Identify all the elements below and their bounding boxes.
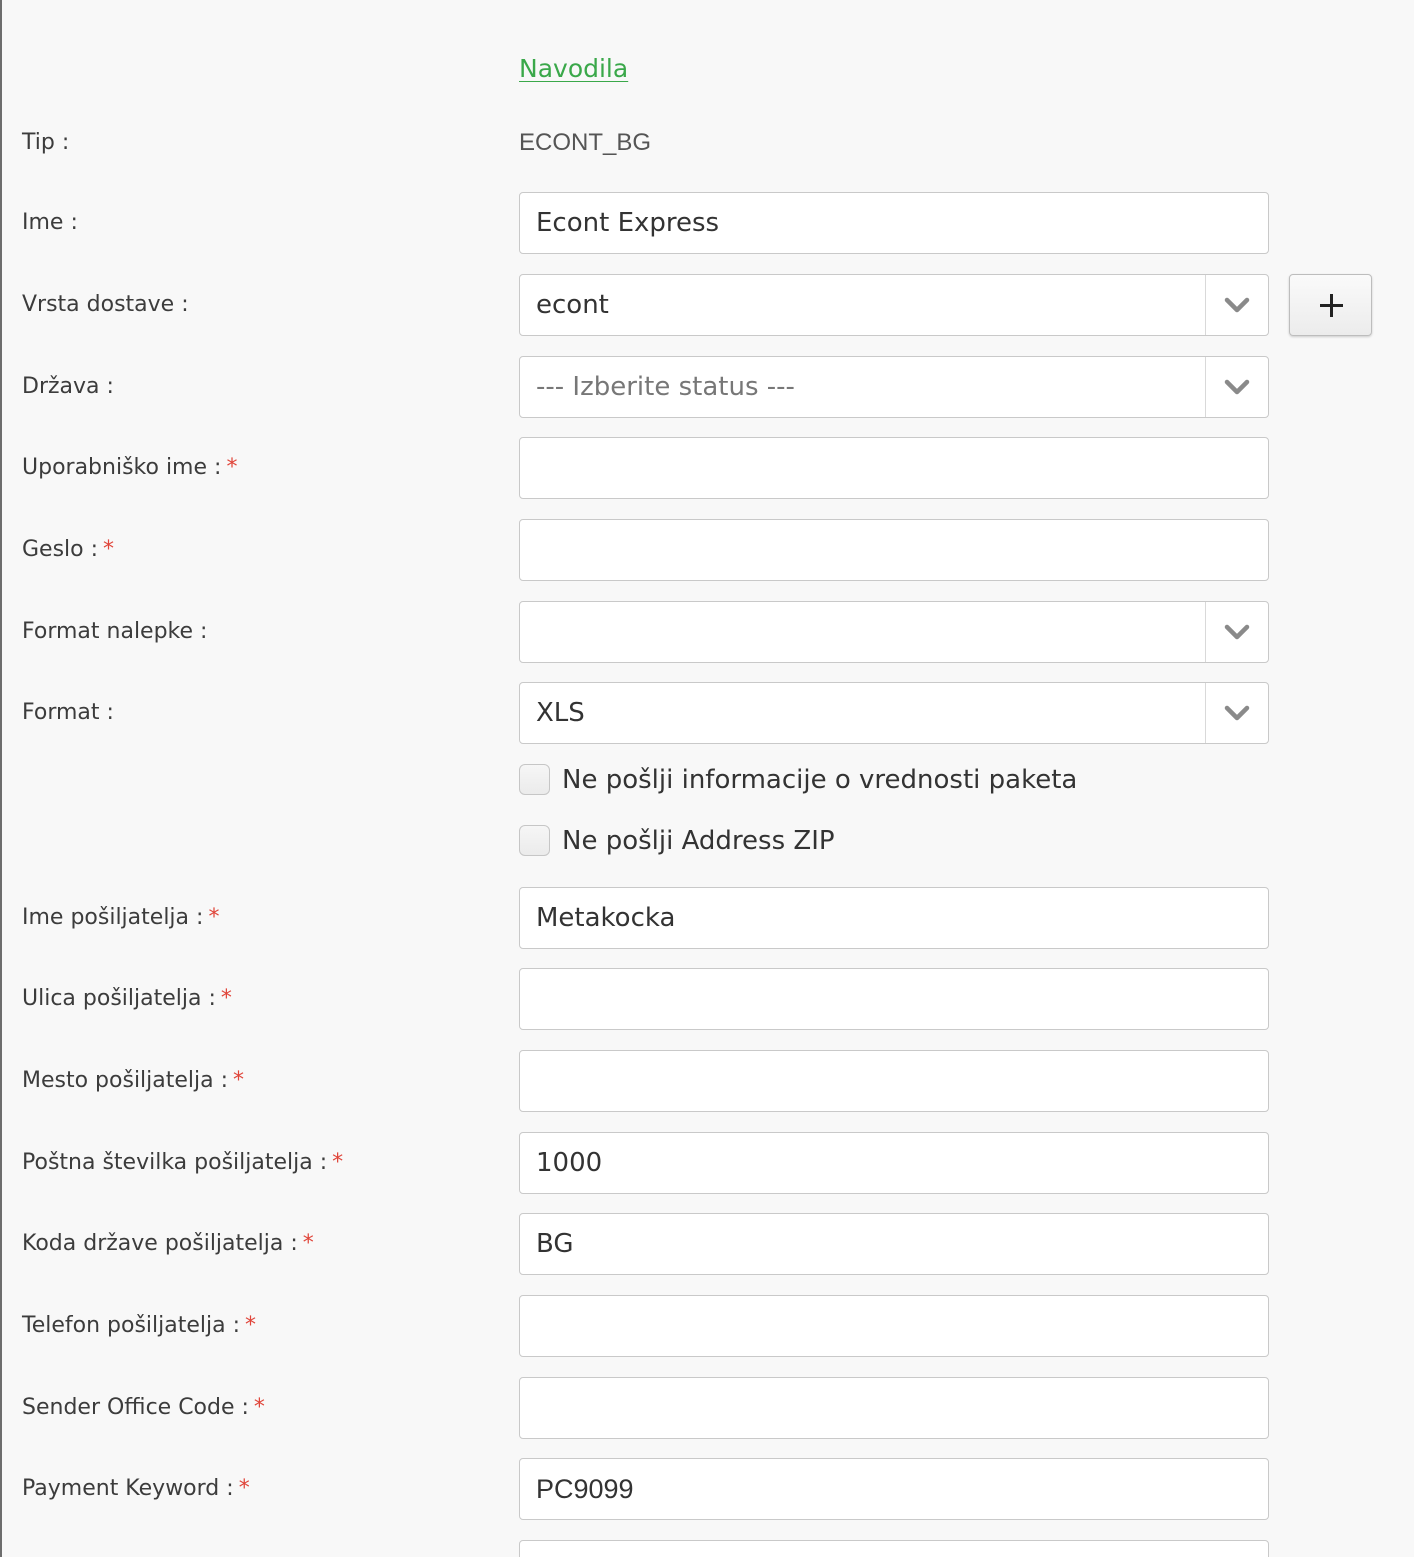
delivery-type-selected: econt [536, 290, 609, 320]
name-input-value: Econt Express [536, 208, 720, 238]
instructions-link[interactable]: Navodila [519, 54, 628, 83]
sender-street-input[interactable] [519, 968, 1269, 1030]
format-row: Format : XLS [0, 682, 1414, 744]
password-row: Geslo : * [0, 519, 1414, 581]
chevron-down-icon[interactable] [1224, 622, 1250, 642]
select-divider [1205, 683, 1206, 743]
required-asterisk: * [208, 905, 220, 930]
sender-postal-code-label: Poštna številka pošiljatelja : * [22, 1150, 344, 1175]
no-package-value-label[interactable]: Ne pošlji informacije o vrednosti paketa [562, 760, 1077, 800]
country-label: Država : [22, 374, 114, 399]
sender-name-label: Ime pošiljatelja : * [22, 905, 220, 930]
password-label: Geslo : * [22, 537, 115, 562]
format-label: Format : [22, 700, 114, 725]
name-label: Ime : [22, 210, 78, 235]
label-format-label: Format nalepke : [22, 619, 208, 644]
required-asterisk: * [238, 1476, 250, 1501]
required-asterisk: * [245, 1313, 257, 1338]
sender-postal-code-input[interactable]: 1000 [519, 1132, 1269, 1194]
delivery-type-select[interactable]: econt [519, 274, 1269, 336]
country-selected: --- Izberite status --- [536, 372, 795, 402]
username-input[interactable] [519, 437, 1269, 499]
sender-country-code-input[interactable]: BG [519, 1213, 1269, 1275]
sender-city-row: Mesto pošiljatelja : * [0, 1050, 1414, 1112]
sender-phone-input[interactable] [519, 1295, 1269, 1357]
next-input[interactable] [519, 1540, 1269, 1557]
select-divider [1205, 602, 1206, 662]
sender-street-label: Ulica pošiljatelja : * [22, 986, 232, 1011]
country-select[interactable]: --- Izberite status --- [519, 356, 1269, 418]
add-delivery-type-button[interactable] [1289, 274, 1372, 336]
format-selected: XLS [536, 698, 585, 728]
sender-postal-code-row: Poštna številka pošiljatelja : * 1000 [0, 1132, 1414, 1194]
no-address-zip-label[interactable]: Ne pošlji Address ZIP [562, 821, 835, 861]
plus-icon [1320, 294, 1343, 317]
name-input[interactable]: Econt Express [519, 192, 1269, 254]
sender-name-value: Metakocka [536, 903, 676, 933]
next-field-row [0, 1540, 1414, 1557]
required-asterisk: * [226, 455, 238, 480]
sender-city-label: Mesto pošiljatelja : * [22, 1068, 245, 1093]
sender-office-code-input[interactable] [519, 1377, 1269, 1439]
sender-postal-code-value: 1000 [536, 1148, 603, 1178]
type-label: Tip : [22, 130, 70, 155]
required-asterisk: * [253, 1395, 265, 1420]
chevron-down-icon[interactable] [1224, 295, 1250, 315]
chevron-down-icon[interactable] [1224, 377, 1250, 397]
format-select[interactable]: XLS [519, 682, 1269, 744]
name-row: Ime : Econt Express [0, 192, 1414, 254]
select-divider [1205, 357, 1206, 417]
label-format-row: Format nalepke : [0, 601, 1414, 663]
username-row: Uporabniško ime : * [0, 437, 1414, 499]
no-address-zip-checkbox[interactable] [519, 825, 550, 856]
sender-city-input[interactable] [519, 1050, 1269, 1112]
sender-country-code-row: Koda države pošiljatelja : * BG [0, 1213, 1414, 1275]
password-input[interactable] [519, 519, 1269, 581]
payment-keyword-label: Payment Keyword : * [22, 1476, 250, 1501]
required-asterisk: * [302, 1231, 314, 1256]
delivery-type-row: Vrsta dostave : econt [0, 274, 1414, 336]
username-label: Uporabniško ime : * [22, 455, 238, 480]
payment-keyword-input[interactable]: PC9099 [519, 1458, 1269, 1520]
chevron-down-icon[interactable] [1224, 703, 1250, 723]
sender-office-code-label: Sender Office Code : * [22, 1395, 265, 1420]
sender-office-code-row: Sender Office Code : * [0, 1377, 1414, 1439]
required-asterisk: * [233, 1068, 245, 1093]
required-asterisk: * [332, 1150, 344, 1175]
country-row: Država : --- Izberite status --- [0, 356, 1414, 418]
payment-keyword-row: Payment Keyword : * PC9099 [0, 1458, 1414, 1520]
sender-name-input[interactable]: Metakocka [519, 887, 1269, 949]
sender-street-row: Ulica pošiljatelja : * [0, 968, 1414, 1030]
sender-name-row: Ime pošiljatelja : * Metakocka [0, 887, 1414, 949]
label-format-select[interactable] [519, 601, 1269, 663]
sender-phone-row: Telefon pošiljatelja : * [0, 1295, 1414, 1357]
sender-country-code-label: Koda države pošiljatelja : * [22, 1231, 314, 1256]
delivery-type-label: Vrsta dostave : [22, 292, 189, 317]
type-value: ECONT_BG [519, 129, 652, 156]
required-asterisk: * [103, 537, 115, 562]
sender-phone-label: Telefon pošiljatelja : * [22, 1313, 257, 1338]
required-asterisk: * [220, 986, 232, 1011]
no-package-value-checkbox[interactable] [519, 764, 550, 795]
sender-country-code-value: BG [536, 1229, 574, 1259]
payment-keyword-value: PC9099 [536, 1474, 634, 1504]
select-divider [1205, 275, 1206, 335]
type-row: Tip : ECONT_BG [0, 112, 1414, 174]
